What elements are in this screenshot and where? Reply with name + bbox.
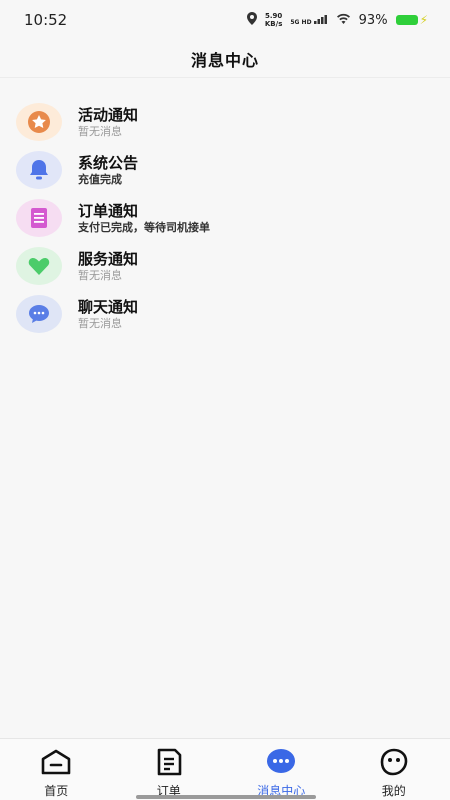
message-subtitle: 充值完成 — [78, 172, 122, 186]
message-subtitle: 暂无消息 — [78, 124, 122, 138]
tab-label: 我的 — [381, 784, 406, 798]
message-title: 服务通知 — [78, 249, 139, 268]
order-icon — [153, 748, 185, 780]
signal-icon: 5G HD — [290, 14, 327, 26]
message-item-system[interactable]: 系统公告 充值完成 — [0, 146, 450, 194]
charging-icon: ⚡ — [419, 13, 428, 27]
message-subtitle: 暂无消息 — [78, 316, 122, 330]
wifi-icon — [336, 12, 351, 28]
profile-icon — [378, 748, 410, 780]
message-title: 订单通知 — [78, 201, 139, 220]
status-time: 10:52 — [24, 11, 68, 29]
page-header: 消息中心 — [0, 40, 450, 78]
tab-order[interactable]: 订单 — [113, 739, 226, 800]
message-item-order[interactable]: 订单通知 支付已完成，等待司机接单 — [0, 194, 450, 242]
message-item-activity[interactable]: 活动通知 暂无消息 — [0, 98, 450, 146]
bell-icon — [16, 151, 62, 189]
heart-icon — [16, 247, 62, 285]
message-icon — [265, 748, 297, 780]
message-title: 系统公告 — [78, 153, 139, 172]
status-icons: 5.90 KB/s 5G HD 93% ⚡ — [246, 11, 428, 29]
page-title: 消息中心 — [190, 50, 259, 70]
message-subtitle: 支付已完成，等待司机接单 — [78, 220, 210, 234]
tab-message-center[interactable]: 消息中心 — [225, 739, 338, 800]
battery-icon: ⚡ — [395, 13, 428, 27]
bottom-tab-bar: 首页 订单 消息中心 我的 — [0, 738, 450, 800]
message-subtitle: 暂无消息 — [78, 268, 122, 282]
message-title: 活动通知 — [78, 105, 139, 124]
message-item-chat[interactable]: 聊天通知 暂无消息 — [0, 290, 450, 338]
network-speed: 5.90 KB/s — [264, 12, 283, 28]
tab-label: 首页 — [44, 784, 69, 798]
home-icon — [40, 748, 72, 780]
battery-percent: 93% — [358, 12, 388, 28]
home-indicator — [136, 795, 316, 799]
status-bar: 10:52 5.90 KB/s 5G HD 93% ⚡ — [0, 0, 450, 40]
list-icon — [16, 199, 62, 237]
tab-home[interactable]: 首页 — [0, 739, 113, 800]
message-item-service[interactable]: 服务通知 暂无消息 — [0, 242, 450, 290]
chat-bubble-icon — [16, 295, 62, 333]
message-list: 活动通知 暂无消息 系统公告 充值完成 订单通知 支付已完成，等待司机接单 服务… — [0, 98, 450, 338]
location-icon — [246, 11, 257, 29]
star-icon — [16, 103, 62, 141]
tab-profile[interactable]: 我的 — [338, 739, 450, 800]
message-title: 聊天通知 — [78, 297, 139, 316]
